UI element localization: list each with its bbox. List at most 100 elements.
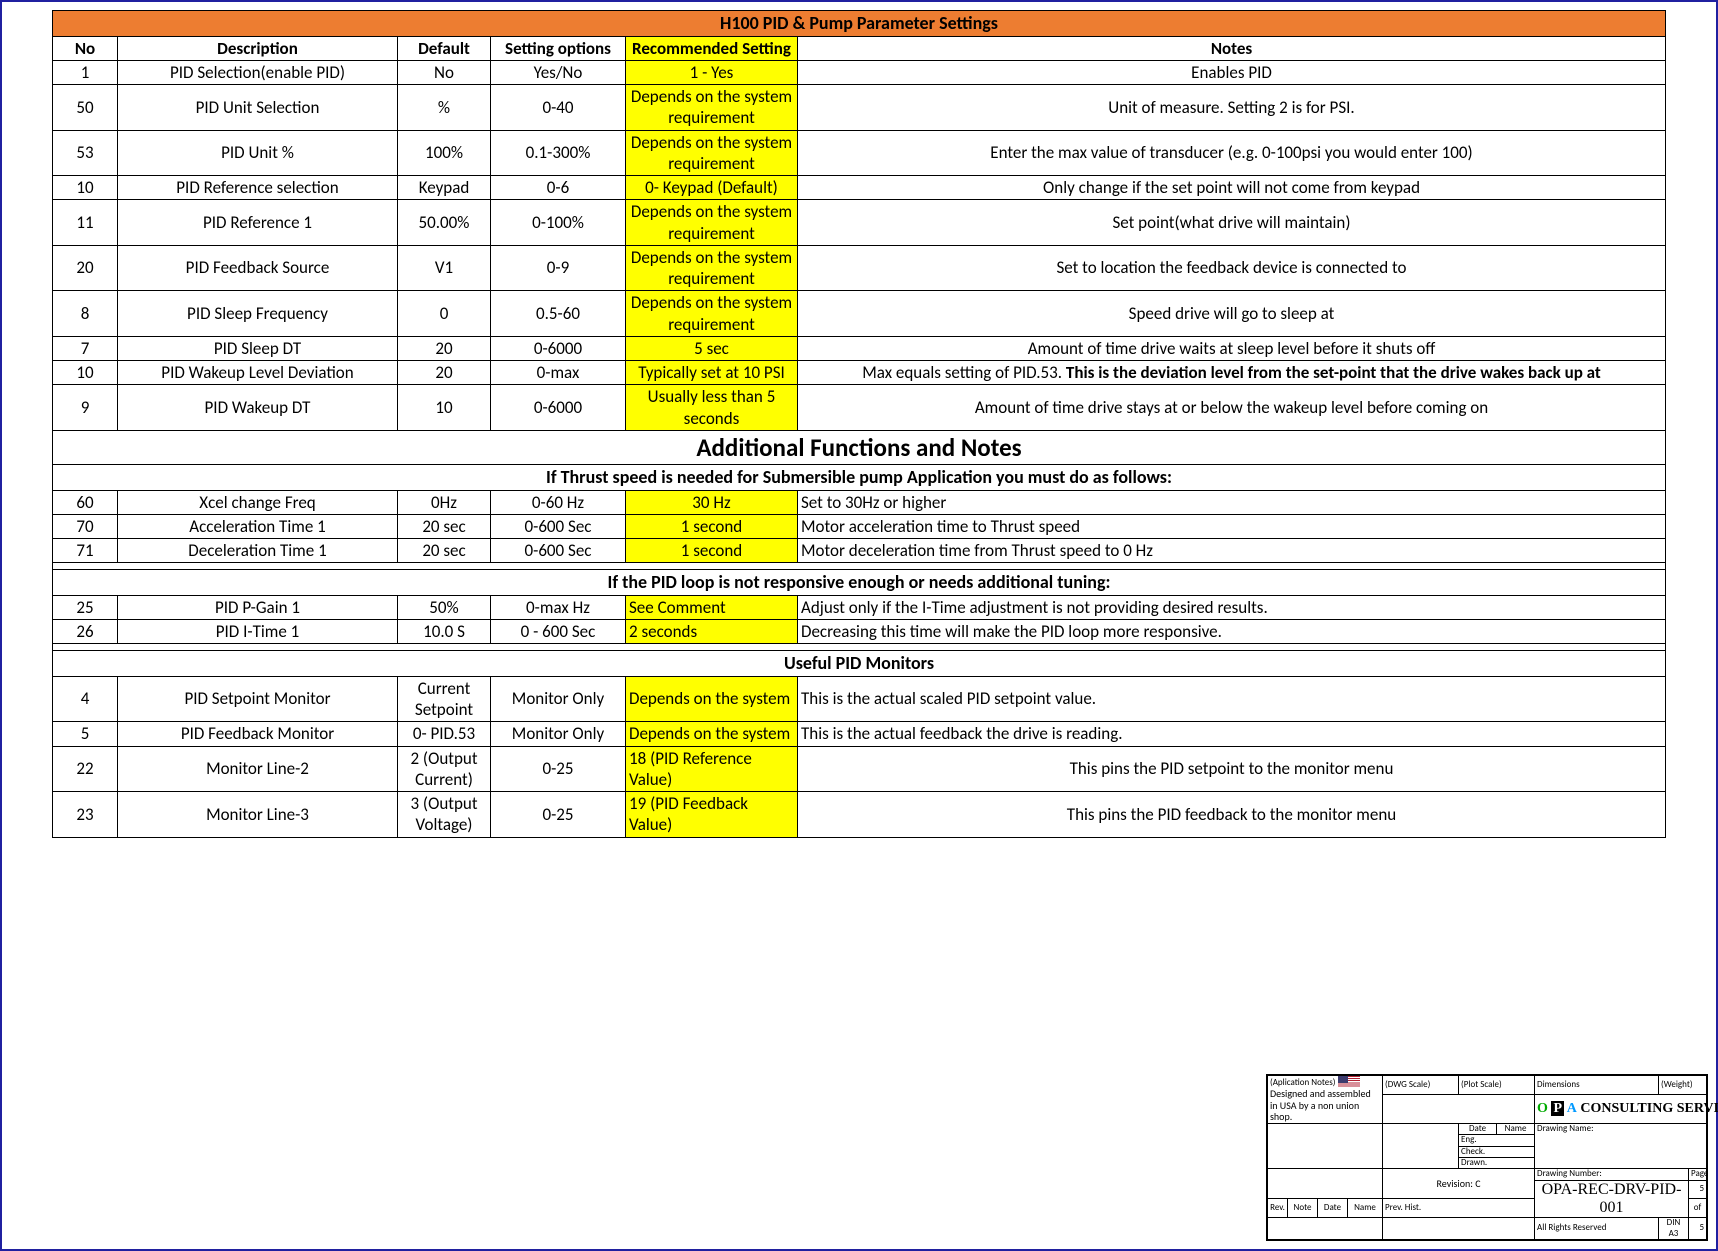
param-row: 10PID Reference selectionKeypad0-60- Key… bbox=[53, 176, 1666, 200]
cell-opt: 0-max Hz bbox=[491, 595, 626, 619]
cell-opt: 0-25 bbox=[491, 792, 626, 838]
cell-def: 20 bbox=[398, 361, 491, 385]
tb-date2: Date bbox=[1318, 1199, 1348, 1218]
cell-rec: 1 - Yes bbox=[626, 60, 798, 84]
cell-rec: See Comment bbox=[626, 595, 798, 619]
cell-no: 5 bbox=[53, 722, 118, 746]
tb-check: Check. bbox=[1461, 1146, 1485, 1157]
cell-no: 9 bbox=[53, 385, 118, 431]
cell-desc: Xcel change Freq bbox=[118, 490, 398, 514]
cell-no: 26 bbox=[53, 620, 118, 644]
cell-opt: 0-40 bbox=[491, 85, 626, 131]
cell-notes: This is the actual scaled PID setpoint v… bbox=[798, 676, 1666, 722]
main-title: H100 PID & Pump Parameter Settings bbox=[53, 11, 1666, 37]
param-row: 25PID P-Gain 150%0-max HzSee CommentAdju… bbox=[53, 595, 1666, 619]
cell-notes: Set to location the feedback device is c… bbox=[798, 245, 1666, 291]
param-row: 4PID Setpoint MonitorCurrent SetpointMon… bbox=[53, 676, 1666, 722]
cell-def: 3 (Output Voltage) bbox=[398, 792, 491, 838]
cell-desc: PID Reference 1 bbox=[118, 200, 398, 246]
col-opt: Setting options bbox=[491, 36, 626, 60]
tb-name2: Name bbox=[1348, 1199, 1383, 1218]
section-additional: Additional Functions and Notes bbox=[53, 430, 1666, 464]
cell-no: 10 bbox=[53, 361, 118, 385]
cell-def: 50.00% bbox=[398, 200, 491, 246]
cell-rec: Depends on the system requirement bbox=[626, 291, 798, 337]
param-row: 23Monitor Line-33 (Output Voltage)0-2519… bbox=[53, 792, 1666, 838]
param-row: 10PID Wakeup Level Deviation200-maxTypic… bbox=[53, 361, 1666, 385]
cell-no: 23 bbox=[53, 792, 118, 838]
cell-rec: 1 second bbox=[626, 514, 798, 538]
param-row: 20PID Feedback SourceV10-9Depends on the… bbox=[53, 245, 1666, 291]
cell-no: 71 bbox=[53, 539, 118, 563]
cell-def: 0 bbox=[398, 291, 491, 337]
cell-rec: Depends on the system requirement bbox=[626, 245, 798, 291]
cell-no: 53 bbox=[53, 130, 118, 176]
cell-def: 50% bbox=[398, 595, 491, 619]
cell-no: 11 bbox=[53, 200, 118, 246]
param-row: 7PID Sleep DT200-60005 secAmount of time… bbox=[53, 336, 1666, 360]
cell-notes: This is the actual feedback the drive is… bbox=[798, 722, 1666, 746]
tb-prev: Prev. Hist. bbox=[1383, 1199, 1535, 1218]
cell-notes: Amount of time drive waits at sleep leve… bbox=[798, 336, 1666, 360]
cell-no: 25 bbox=[53, 595, 118, 619]
param-row: 26PID I-Time 110.0 S0 - 600 Sec2 seconds… bbox=[53, 620, 1666, 644]
col-desc: Description bbox=[118, 36, 398, 60]
cell-opt: 0-6000 bbox=[491, 336, 626, 360]
cell-notes: Speed drive will go to sleep at bbox=[798, 291, 1666, 337]
cell-no: 20 bbox=[53, 245, 118, 291]
col-no: No bbox=[53, 36, 118, 60]
param-row: 5PID Feedback Monitor0- PID.53Monitor On… bbox=[53, 722, 1666, 746]
param-row: 70Acceleration Time 120 sec0-600 Sec1 se… bbox=[53, 514, 1666, 538]
param-row: 11PID Reference 150.00%0-100%Depends on … bbox=[53, 200, 1666, 246]
cell-def: V1 bbox=[398, 245, 491, 291]
param-row: 71Deceleration Time 120 sec0-600 Sec1 se… bbox=[53, 539, 1666, 563]
cell-notes: Amount of time drive stays at or below t… bbox=[798, 385, 1666, 431]
cell-desc: PID Unit Selection bbox=[118, 85, 398, 131]
tb-dwgnumlab: Drawing Number: bbox=[1535, 1169, 1689, 1180]
sub-thrust: If Thrust speed is needed for Submersibl… bbox=[53, 465, 1666, 491]
tb-app: (Aplication Notes) bbox=[1270, 1077, 1335, 1088]
cell-def: Current Setpoint bbox=[398, 676, 491, 722]
cell-no: 10 bbox=[53, 176, 118, 200]
cell-desc: PID Reference selection bbox=[118, 176, 398, 200]
param-table: H100 PID & Pump Parameter Settings No De… bbox=[52, 10, 1666, 838]
tb-rev: Rev. bbox=[1268, 1199, 1288, 1218]
cell-desc: PID Sleep DT bbox=[118, 336, 398, 360]
cell-desc: Acceleration Time 1 bbox=[118, 514, 398, 538]
cell-rec: Usually less than 5 seconds bbox=[626, 385, 798, 431]
sub-tuning: If the PID loop is not responsive enough… bbox=[53, 570, 1666, 596]
tb-designed: Designed and assembled in USA by a non u… bbox=[1270, 1087, 1371, 1123]
cell-desc: Monitor Line-2 bbox=[118, 746, 398, 792]
cell-opt: 0-9 bbox=[491, 245, 626, 291]
cell-desc: PID Setpoint Monitor bbox=[118, 676, 398, 722]
cell-rec: Depends on the system requirement bbox=[626, 200, 798, 246]
cell-rec: Typically set at 10 PSI bbox=[626, 361, 798, 385]
cell-no: 22 bbox=[53, 746, 118, 792]
tb-weight: (Weight) bbox=[1658, 1075, 1706, 1094]
cell-opt: 0-max bbox=[491, 361, 626, 385]
cell-notes: Motor acceleration time to Thrust speed bbox=[798, 514, 1666, 538]
param-row: 8PID Sleep Frequency00.5-60Depends on th… bbox=[53, 291, 1666, 337]
cell-notes: Decreasing this time will make the PID l… bbox=[798, 620, 1666, 644]
cell-opt: 0-600 Sec bbox=[491, 539, 626, 563]
cell-def: 20 sec bbox=[398, 514, 491, 538]
cell-def: 0Hz bbox=[398, 490, 491, 514]
cell-desc: PID Unit % bbox=[118, 130, 398, 176]
cell-def: Keypad bbox=[398, 176, 491, 200]
tb-date: Date bbox=[1459, 1123, 1497, 1134]
cell-def: % bbox=[398, 85, 491, 131]
cell-notes: Enables PID bbox=[798, 60, 1666, 84]
cell-opt: 0-100% bbox=[491, 200, 626, 246]
tb-rights: All Rights Reserved bbox=[1535, 1218, 1659, 1240]
cell-def: 20 bbox=[398, 336, 491, 360]
cell-rec: Depends on the system requirement bbox=[626, 85, 798, 131]
cell-def: No bbox=[398, 60, 491, 84]
cell-def: 100% bbox=[398, 130, 491, 176]
cell-opt: 0-600 Sec bbox=[491, 514, 626, 538]
tb-plotscale: (Plot Scale) bbox=[1459, 1075, 1535, 1094]
param-row: 60Xcel change Freq0Hz0-60 Hz30 HzSet to … bbox=[53, 490, 1666, 514]
cell-desc: Deceleration Time 1 bbox=[118, 539, 398, 563]
cell-no: 70 bbox=[53, 514, 118, 538]
cell-no: 60 bbox=[53, 490, 118, 514]
cell-rec: Depends on the system bbox=[626, 676, 798, 722]
